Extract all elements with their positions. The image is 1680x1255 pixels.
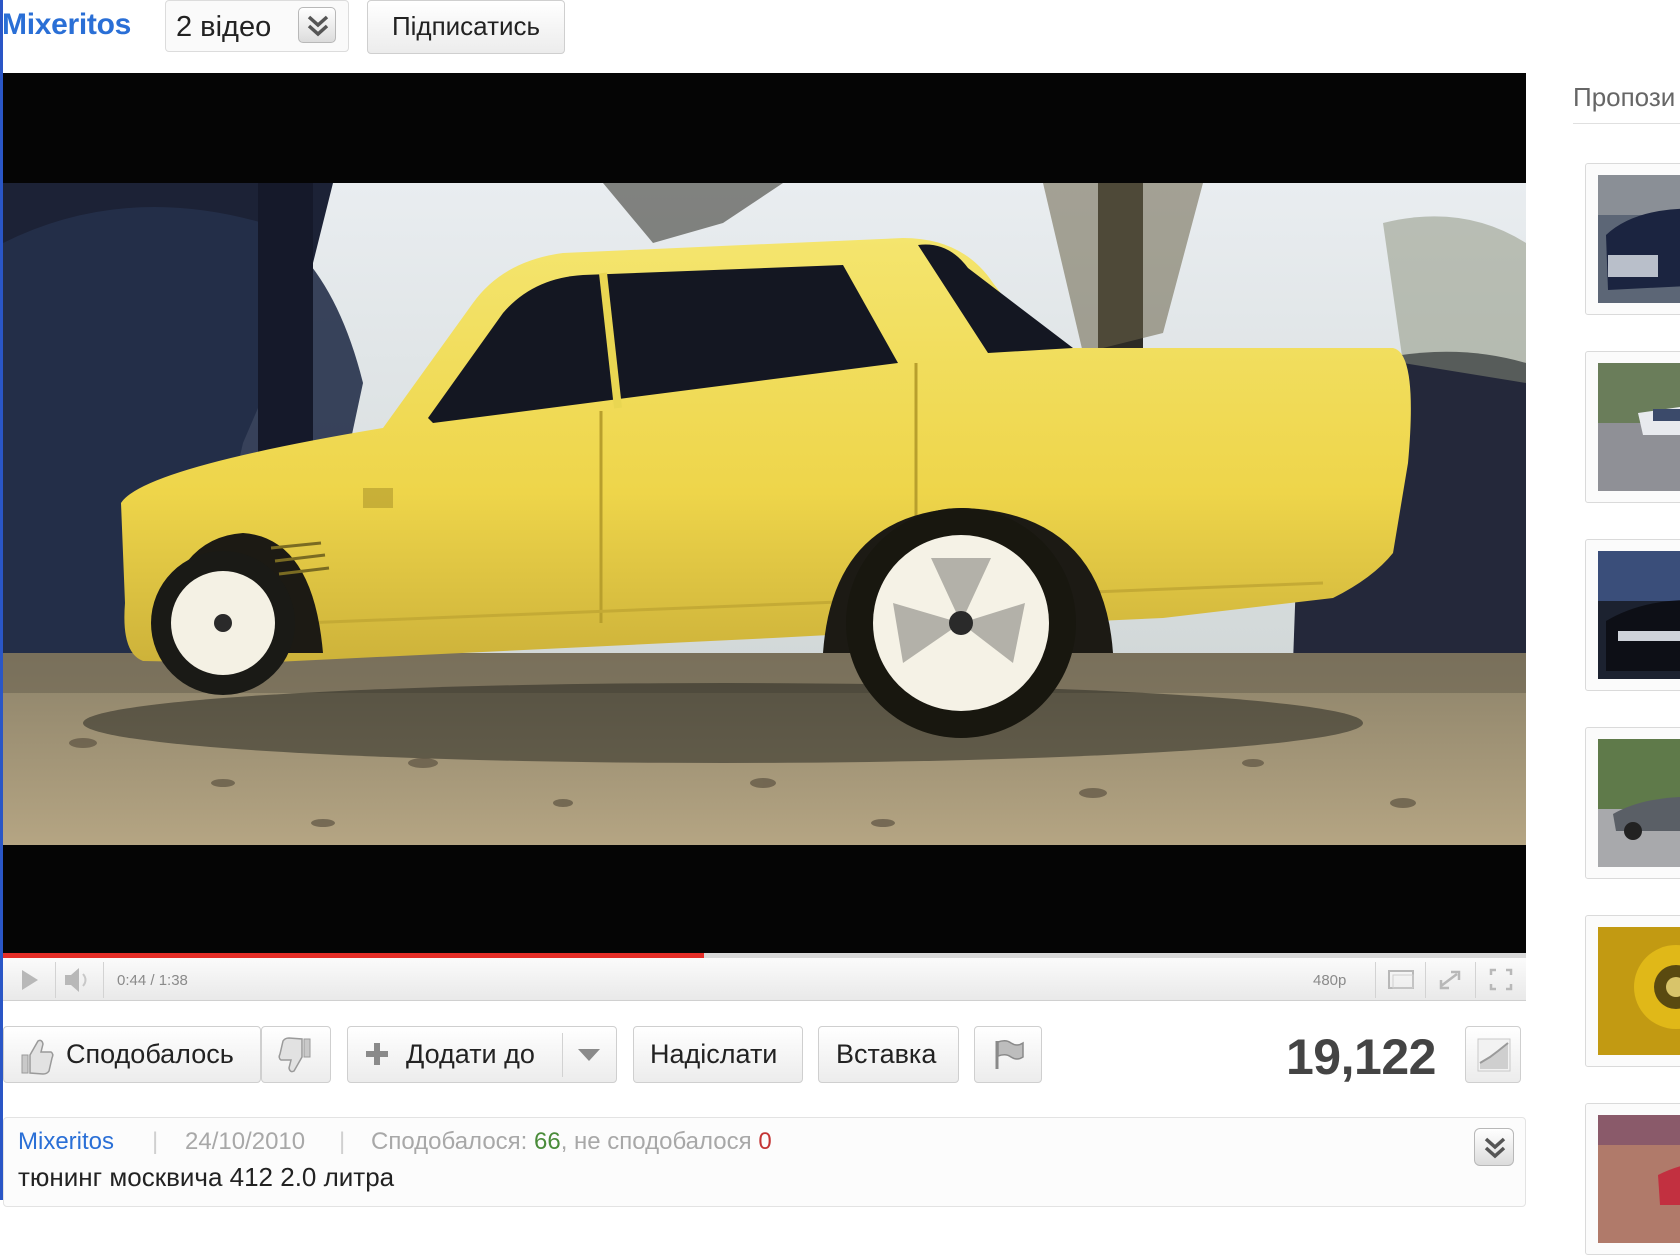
likes-prefix: Сподобалося: bbox=[371, 1128, 534, 1155]
upload-date: 24/10/2010 bbox=[185, 1128, 306, 1155]
likes-count: 66 bbox=[534, 1128, 561, 1155]
video-thumbnail[interactable] bbox=[1598, 927, 1680, 1055]
stats-chart-icon bbox=[1477, 1038, 1511, 1072]
dropdown-arrow-icon[interactable] bbox=[576, 1047, 602, 1063]
fullscreen-icon bbox=[1489, 968, 1513, 991]
view-count: 19,122 bbox=[1286, 1029, 1436, 1085]
plus-icon bbox=[366, 1043, 388, 1065]
dislike-button[interactable] bbox=[261, 1026, 331, 1083]
add-to-label: Додати до bbox=[406, 1039, 535, 1069]
thumbs-down-icon bbox=[278, 1037, 311, 1073]
thumbs-up-icon bbox=[21, 1039, 54, 1075]
video-player[interactable] bbox=[3, 73, 1526, 956]
uploader-link[interactable]: Mixeritos bbox=[18, 1128, 114, 1156]
likes-summary: Сподобалося: 66, не сподобалося 0 bbox=[371, 1128, 772, 1156]
separator: | bbox=[339, 1128, 346, 1155]
info-expand-button[interactable] bbox=[1474, 1128, 1514, 1166]
suggested-video-item[interactable] bbox=[1585, 163, 1680, 315]
suggested-video-item[interactable] bbox=[1585, 351, 1680, 503]
suggested-video-item[interactable] bbox=[1585, 1103, 1680, 1255]
player-controls: 0:44 / 1:38 480p bbox=[3, 958, 1526, 1001]
like-label: Сподобалось bbox=[66, 1039, 234, 1069]
suggested-video-item[interactable] bbox=[1585, 539, 1680, 691]
video-thumbnail[interactable] bbox=[1598, 739, 1680, 867]
quality-button[interactable]: 480p bbox=[1313, 972, 1346, 989]
share-label: Надіслати bbox=[650, 1039, 778, 1069]
suggested-video-item[interactable] bbox=[1585, 915, 1680, 1067]
suggested-video-item[interactable] bbox=[1585, 727, 1680, 879]
video-info-panel: Mixeritos | 24/10/2010 | Сподобалося: 66… bbox=[3, 1117, 1526, 1207]
video-thumbnail[interactable] bbox=[1598, 551, 1680, 679]
embed-label: Вставка bbox=[836, 1039, 937, 1069]
separator: | bbox=[152, 1128, 159, 1155]
window-icon bbox=[1388, 970, 1414, 989]
time-display: 0:44 / 1:38 bbox=[117, 972, 188, 989]
sidebar-divider bbox=[1573, 123, 1680, 124]
resize-button[interactable] bbox=[1427, 958, 1475, 1001]
video-thumbnail[interactable] bbox=[1598, 175, 1680, 303]
dislikes-count: 0 bbox=[758, 1128, 772, 1155]
video-count: 2 відео bbox=[176, 11, 272, 43]
sidebar-title: Пропози bbox=[1573, 82, 1676, 112]
flag-icon bbox=[995, 1039, 1024, 1069]
like-button[interactable]: Сподобалось bbox=[3, 1026, 261, 1083]
video-frame[interactable] bbox=[3, 183, 1526, 845]
subscribe-button[interactable]: Підписатись bbox=[367, 0, 565, 54]
channel-name-link[interactable]: Mixeritos bbox=[2, 8, 131, 42]
play-button[interactable] bbox=[3, 958, 55, 1001]
volume-button[interactable] bbox=[57, 958, 103, 1001]
channel-expand-button[interactable] bbox=[298, 7, 336, 43]
embed-button[interactable]: Вставка bbox=[818, 1026, 959, 1083]
share-button[interactable]: Надіслати bbox=[633, 1026, 803, 1083]
flag-button[interactable] bbox=[974, 1026, 1042, 1083]
resize-arrows-icon bbox=[1439, 970, 1461, 990]
add-to-button[interactable]: Додати до bbox=[347, 1026, 617, 1083]
stats-button[interactable] bbox=[1465, 1026, 1521, 1083]
video-frame-image bbox=[3, 183, 1526, 845]
video-thumbnail[interactable] bbox=[1598, 1115, 1680, 1243]
video-thumbnail[interactable] bbox=[1598, 363, 1680, 491]
dislikes-prefix: , не сподобалося bbox=[560, 1128, 759, 1155]
fullscreen-button[interactable] bbox=[1477, 958, 1525, 1001]
video-title: тюнинг москвича 412 2.0 литра bbox=[18, 1162, 395, 1192]
play-icon bbox=[22, 970, 38, 990]
speaker-icon bbox=[65, 968, 87, 992]
chevron-double-down-icon bbox=[307, 15, 329, 37]
popout-button[interactable] bbox=[1377, 958, 1425, 1001]
chevron-double-down-icon bbox=[1484, 1137, 1506, 1159]
